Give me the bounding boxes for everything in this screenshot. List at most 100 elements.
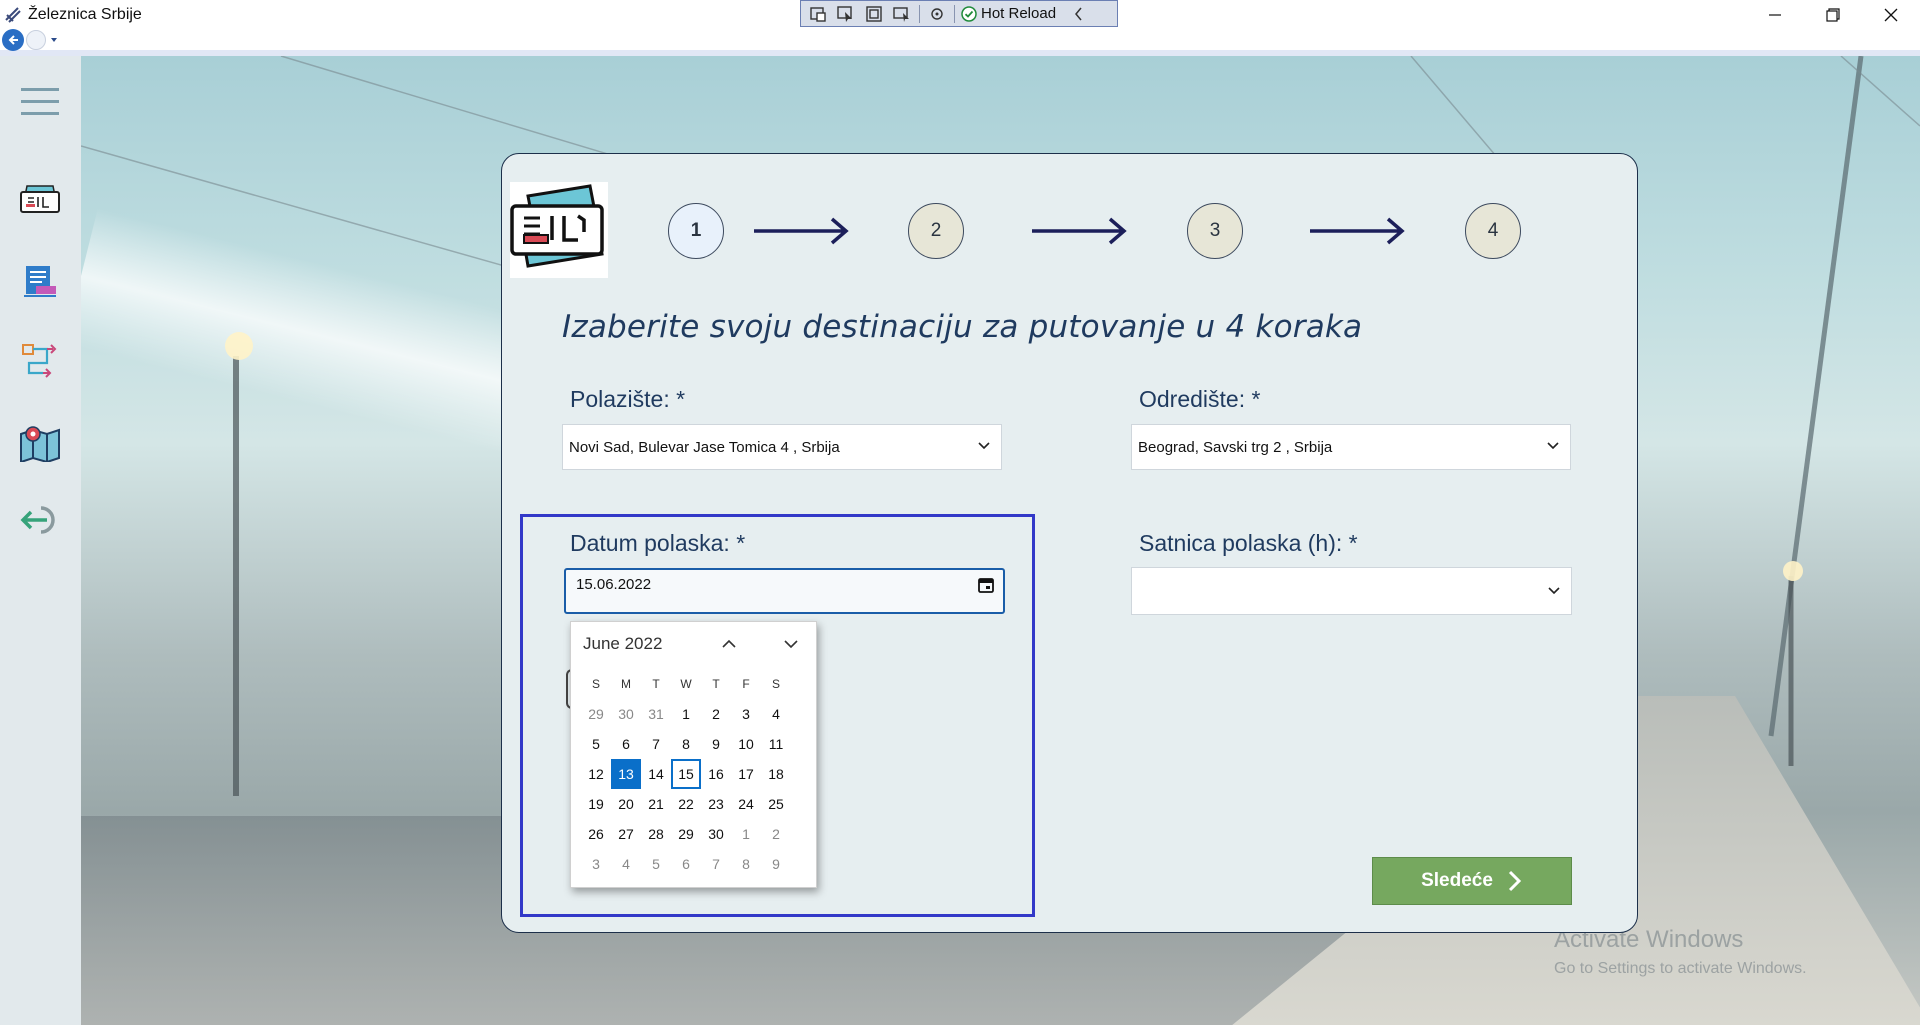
calendar-day[interactable]: 21 <box>641 789 671 819</box>
calendar-day[interactable]: 17 <box>731 759 761 789</box>
calendar-day[interactable]: 5 <box>581 729 611 759</box>
calendar-weekday: M <box>621 677 631 691</box>
chevron-down-icon <box>1548 587 1560 595</box>
app-icon <box>5 7 21 23</box>
calendar-day[interactable]: 15 <box>671 759 701 789</box>
calendar-day[interactable]: 8 <box>671 729 701 759</box>
sidebar <box>0 56 81 1025</box>
route-icon <box>22 344 57 378</box>
chevron-down-icon[interactable] <box>781 634 801 654</box>
live-tree-icon[interactable] <box>807 4 829 24</box>
calendar-day[interactable]: 26 <box>581 819 611 849</box>
calendar-day[interactable]: 4 <box>761 699 791 729</box>
calendar-day[interactable]: 2 <box>701 699 731 729</box>
calendar-day[interactable]: 27 <box>611 819 641 849</box>
sidebar-item-timetable[interactable] <box>18 260 62 304</box>
calendar-day[interactable]: 22 <box>671 789 701 819</box>
calendar-popup: June 2022 S M T W T F S 29 30 31 1 2 3 4 5 6 7 8 9 10 11 12 13… <box>570 621 817 888</box>
booking-wizard-card: 1 2 3 4 Izaberite svoju destinaciju za p… <box>501 153 1638 933</box>
calendar-day[interactable]: 2 <box>761 819 791 849</box>
activation-watermark-text: Go to Settings to activate Windows. <box>1554 960 1807 977</box>
calendar-day[interactable]: 7 <box>641 729 671 759</box>
sidebar-item-map[interactable] <box>18 420 62 464</box>
calendar-weekday: S <box>771 677 780 691</box>
calendar-weekday: W <box>680 677 692 691</box>
sidebar-item-logout[interactable] <box>18 498 62 542</box>
calendar-day[interactable]: 29 <box>671 819 701 849</box>
calendar-day[interactable]: 6 <box>671 849 701 879</box>
hot-reload-indicator[interactable]: Hot Reload <box>961 5 1056 22</box>
forward-button[interactable] <box>26 30 46 50</box>
chevron-right-icon <box>1508 870 1522 892</box>
next-button[interactable]: Sledeće <box>1372 857 1572 905</box>
step-arrow-icon <box>1032 217 1127 245</box>
minimize-button[interactable] <box>1746 0 1804 30</box>
collapse-toolbar-icon[interactable] <box>1068 4 1090 24</box>
window-title: Železnica Srbije <box>28 6 142 23</box>
calendar-day[interactable]: 4 <box>611 849 641 879</box>
calendar-weekday: F <box>742 677 750 691</box>
chevron-up-icon[interactable] <box>719 634 739 654</box>
calendar-day[interactable]: 12 <box>581 759 611 789</box>
back-arrow-icon <box>8 35 18 45</box>
calendar-day[interactable]: 10 <box>731 729 761 759</box>
hot-reload-label: Hot Reload <box>981 5 1057 22</box>
calendar-month-label[interactable]: June 2022 <box>583 634 662 654</box>
calendar-day[interactable]: 6 <box>611 729 641 759</box>
display-layout-icon[interactable] <box>863 4 885 24</box>
calendar-day[interactable]: 29 <box>581 699 611 729</box>
ticket-logo-icon <box>510 184 604 268</box>
window-controls <box>1746 0 1920 30</box>
calendar-day[interactable]: 7 <box>701 849 731 879</box>
back-button[interactable] <box>2 29 24 51</box>
date-label: Datum polaska: * <box>570 530 746 556</box>
calendar-day[interactable]: 23 <box>701 789 731 819</box>
calendar-day[interactable]: 5 <box>641 849 671 879</box>
calendar-icon[interactable] <box>977 576 995 594</box>
calendar-day[interactable]: 11 <box>761 729 791 759</box>
calendar-day[interactable]: 1 <box>731 819 761 849</box>
calendar-day[interactable]: 14 <box>641 759 671 789</box>
menu-button[interactable] <box>18 80 62 124</box>
calendar-day[interactable]: 18 <box>761 759 791 789</box>
calendar-day[interactable]: 25 <box>761 789 791 819</box>
destination-select[interactable]: Beograd, Savski trg 2 , Srbija <box>1131 424 1571 470</box>
chevron-down-icon <box>978 442 990 450</box>
date-picker-input[interactable]: 15.06.2022 <box>564 568 1005 614</box>
calendar-day[interactable]: 30 <box>611 699 641 729</box>
ticket-icon <box>20 185 60 213</box>
calendar-day[interactable]: 3 <box>581 849 611 879</box>
destination-value: Beograd, Savski trg 2 , Srbija <box>1138 438 1333 456</box>
calendar-day[interactable]: 9 <box>761 849 791 879</box>
sidebar-item-tickets[interactable] <box>18 178 62 222</box>
calendar-day[interactable]: 24 <box>731 789 761 819</box>
binding-icon[interactable] <box>926 4 948 24</box>
calendar-day[interactable]: 3 <box>731 699 761 729</box>
close-button[interactable] <box>1862 0 1920 30</box>
date-value: 15.06.2022 <box>576 576 652 593</box>
step-arrow-icon <box>1310 217 1405 245</box>
track-focus-icon[interactable] <box>891 4 913 24</box>
calendar-weekday: T <box>652 677 660 691</box>
calendar-day[interactable]: 19 <box>581 789 611 819</box>
calendar-day[interactable]: 16 <box>701 759 731 789</box>
calendar-day[interactable]: 28 <box>641 819 671 849</box>
check-circle-icon <box>961 5 977 22</box>
calendar-day[interactable]: 30 <box>701 819 731 849</box>
calendar-day[interactable]: 31 <box>641 699 671 729</box>
calendar-day[interactable]: 13 <box>611 759 641 789</box>
calendar-day[interactable]: 1 <box>671 699 701 729</box>
toolbar-separator <box>919 4 920 23</box>
origin-value: Novi Sad, Bulevar Jase Tomica 4 , Srbija <box>569 438 840 456</box>
calendar-day[interactable]: 9 <box>701 729 731 759</box>
calendar-day[interactable]: 8 <box>731 849 761 879</box>
timetable-icon <box>24 266 56 297</box>
sidebar-item-routes[interactable] <box>18 338 62 382</box>
origin-select[interactable]: Novi Sad, Bulevar Jase Tomica 4 , Srbija <box>562 424 1002 470</box>
step-4: 4 <box>1465 203 1521 259</box>
history-dropdown-icon[interactable] <box>50 37 58 43</box>
restore-button[interactable] <box>1804 0 1862 30</box>
select-element-icon[interactable] <box>835 4 857 24</box>
time-select[interactable] <box>1131 567 1572 615</box>
calendar-day[interactable]: 20 <box>611 789 641 819</box>
